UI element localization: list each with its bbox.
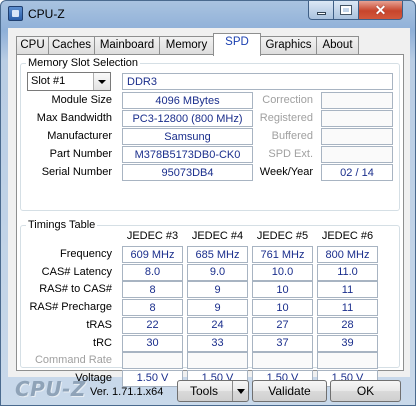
timings-cell: 22	[122, 316, 183, 334]
timings-cell: 30	[122, 334, 183, 352]
timings-cell: 9	[187, 281, 248, 299]
timings-column-header: JEDEC #3	[126, 230, 179, 242]
spd-ext-label: SPD Ext.	[268, 148, 313, 160]
cpu-z-logo-text: CPU-Z	[15, 377, 86, 401]
timings-cell: 11	[317, 281, 378, 299]
memory-type-value: DDR3	[122, 73, 393, 90]
close-icon: ✕	[374, 1, 387, 18]
module-size-value: 4096 MBytes	[122, 92, 253, 109]
window-title: CPU-Z	[28, 7, 65, 21]
timings-cell: 685 MHz	[187, 246, 248, 263]
timings-column-header: JEDEC #5	[256, 230, 309, 242]
timings-cell: 24	[187, 316, 248, 334]
tools-dropdown-arrow-icon[interactable]	[232, 381, 248, 401]
close-button[interactable]: ✕	[358, 1, 403, 20]
cpu-z-window: CPU-Z ✕ CPU Caches Mainboard Memory SPD …	[0, 0, 416, 406]
tab-strip: CPU Caches Mainboard Memory SPD Graphics…	[16, 33, 408, 56]
timings-cell: 8	[122, 281, 183, 299]
validate-button[interactable]: Validate	[252, 380, 327, 402]
tab-graphics[interactable]: Graphics	[260, 36, 317, 55]
timings-row-label: Frequency	[60, 248, 112, 260]
spd-ext-value	[321, 146, 393, 163]
max-bandwidth-value: PC3-12800 (800 MHz)	[122, 110, 253, 127]
timings-cell: 33	[187, 334, 248, 352]
slot-select-value: Slot #1	[31, 75, 66, 87]
module-size-label: Module Size	[51, 94, 112, 106]
timings-table-group: Timings Table JEDEC #3 JEDEC #4 JEDEC #5 JE…	[20, 219, 400, 387]
minimize-icon	[316, 11, 326, 15]
timings-cell: 9	[187, 299, 248, 317]
manufacturer-label: Manufacturer	[47, 130, 112, 142]
tab-spd[interactable]: SPD	[213, 33, 261, 56]
timings-cell: 8.0	[122, 263, 183, 281]
timings-cell	[122, 352, 183, 370]
timings-row-label: tRAS	[86, 318, 112, 331]
serial-number-value: 95073DB4	[122, 164, 253, 181]
manufacturer-value: Samsung	[122, 128, 253, 145]
timings-cell: 800 MHz	[317, 246, 378, 263]
max-bandwidth-label: Max Bandwidth	[36, 112, 112, 124]
timings-cell: 39	[317, 334, 378, 352]
timings-cell: 27	[252, 316, 313, 334]
version-label: Ver. 1.71.1.x64	[90, 386, 164, 398]
timings-row-label: CAS# Latency	[41, 265, 112, 278]
footer-bar: CPU-Z Ver. 1.71.1.x64 Tools Validate OK	[1, 377, 415, 406]
tab-memory[interactable]: Memory	[159, 36, 214, 55]
buffered-label: Buffered	[271, 130, 313, 142]
timings-cell: 10	[252, 299, 313, 317]
tab-cpu[interactable]: CPU	[16, 36, 49, 55]
timings-row-label: tRC	[93, 336, 112, 349]
tab-caches[interactable]: Caches	[48, 36, 95, 55]
registered-value	[321, 110, 393, 127]
memory-slot-group-title: Memory Slot Selection	[26, 57, 141, 69]
timings-column-header: JEDEC #4	[191, 230, 244, 242]
serial-number-label: Serial Number	[41, 166, 112, 178]
tools-button-label: Tools	[190, 384, 219, 398]
slot-select[interactable]: Slot #1	[27, 72, 111, 91]
cpu-z-app-icon	[8, 6, 23, 21]
part-number-label: Part Number	[49, 148, 112, 160]
title-bar[interactable]: CPU-Z ✕	[1, 1, 415, 27]
timings-cell: 761 MHz	[252, 246, 313, 263]
ok-button[interactable]: OK	[330, 380, 401, 402]
part-number-value: M378B5173DB0-CK0	[122, 146, 253, 163]
timings-cell: 609 MHz	[122, 246, 183, 263]
timings-column-header: JEDEC #6	[321, 230, 374, 242]
timings-row-label: Command Rate	[34, 354, 112, 367]
correction-label: Correction	[262, 94, 313, 106]
buffered-value	[321, 128, 393, 145]
registered-label: Registered	[259, 112, 313, 124]
maximize-icon	[340, 5, 352, 15]
tab-about[interactable]: About	[316, 36, 359, 55]
timings-cell: 28	[317, 316, 378, 334]
tab-mainboard[interactable]: Mainboard	[94, 36, 160, 55]
timings-cell: 9.0	[187, 263, 248, 281]
timings-cell	[187, 352, 248, 370]
tools-button[interactable]: Tools	[177, 380, 249, 402]
timings-row-label: RAS# to CAS#	[39, 283, 112, 296]
week-year-value: 02 / 14	[321, 164, 393, 181]
week-year-label: Week/Year	[259, 166, 313, 178]
timings-row-label: RAS# Precharge	[29, 301, 112, 314]
correction-value	[321, 92, 393, 109]
client-area: CPU Caches Mainboard Memory SPD Graphics…	[8, 28, 410, 387]
chevron-down-icon[interactable]	[93, 73, 110, 90]
timings-cell	[317, 352, 378, 370]
timings-cell: 37	[252, 334, 313, 352]
memory-slot-group: Memory Slot Selection Slot #1 DDR3 Modul…	[20, 57, 400, 211]
timings-cell: 10	[252, 281, 313, 299]
maximize-button[interactable]	[333, 1, 359, 20]
timings-cell	[252, 352, 313, 370]
spd-panel: Memory Slot Selection Slot #1 DDR3 Modul…	[16, 54, 404, 387]
minimize-button[interactable]	[308, 1, 334, 20]
timings-cell: 11	[317, 299, 378, 317]
timings-table-title: Timings Table	[26, 219, 98, 231]
timings-cell: 8	[122, 299, 183, 317]
timings-cell: 10.0	[252, 263, 313, 281]
timings-cell: 11.0	[317, 263, 378, 281]
